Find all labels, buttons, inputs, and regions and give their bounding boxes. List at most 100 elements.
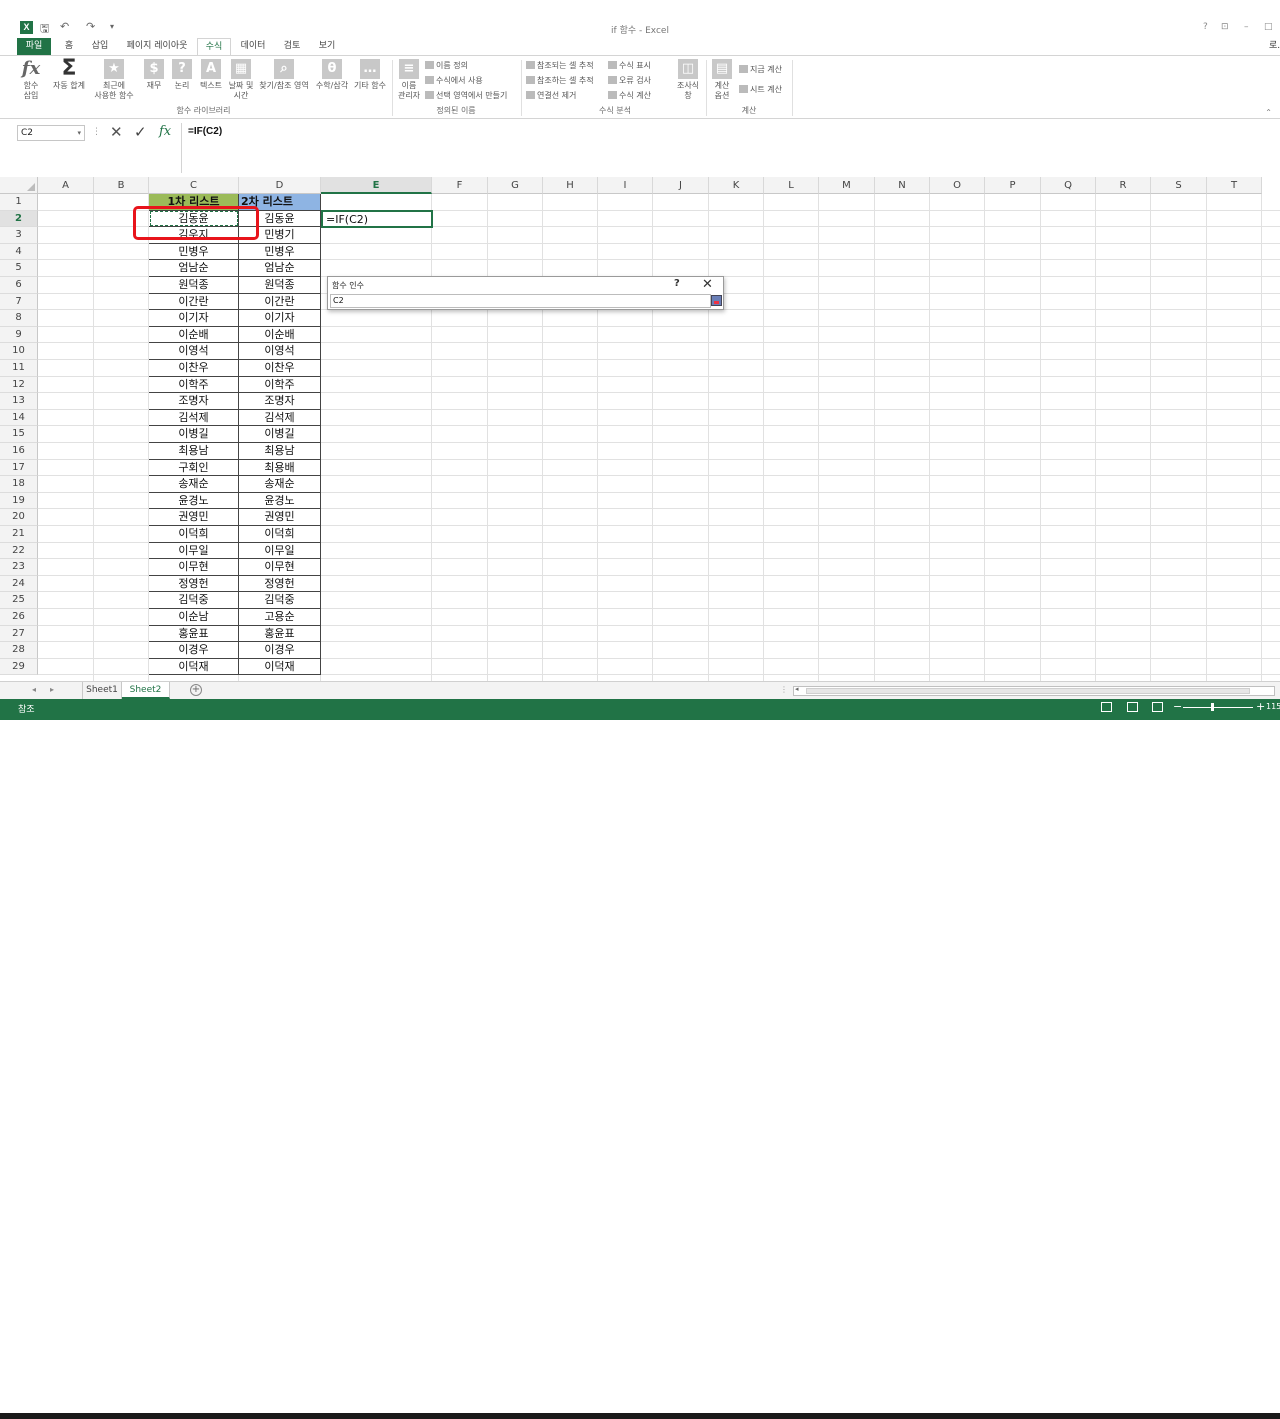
row-header[interactable]: 28 — [0, 642, 38, 659]
cell-second-list[interactable]: 이경우 — [239, 642, 321, 659]
watch-window-button[interactable]: ◫ 조사식 창 — [673, 59, 703, 101]
column-header-i[interactable]: I — [598, 177, 653, 194]
cell-second-list[interactable]: 이학주 — [239, 376, 321, 394]
cell-first-list[interactable]: 김우지 — [149, 227, 239, 244]
row-header[interactable]: 22 — [0, 542, 38, 560]
cell-first-list[interactable]: 김덕중 — [149, 592, 239, 609]
zoom-out-button[interactable]: − — [1173, 700, 1182, 713]
page-break-view-icon[interactable] — [1152, 702, 1163, 712]
cell-second-list[interactable]: 송재순 — [239, 476, 321, 493]
tab-view[interactable]: 보기 — [312, 38, 342, 55]
row-header[interactable]: 6 — [0, 277, 38, 294]
header-cell-second-list[interactable]: 2차 리스트 — [239, 194, 321, 211]
cell-second-list[interactable]: 민병기 — [239, 227, 321, 244]
scroll-left-icon[interactable]: ◂ — [795, 685, 799, 693]
row-header[interactable]: 8 — [0, 310, 38, 327]
cell-second-list[interactable]: 이덕희 — [239, 526, 321, 543]
sheet-tab-sheet1[interactable]: Sheet1 — [82, 682, 122, 699]
row-header[interactable]: 5 — [0, 260, 38, 277]
column-header-g[interactable]: G — [488, 177, 543, 194]
add-sheet-button[interactable]: + — [190, 684, 202, 696]
name-box[interactable]: C2 ▾ — [17, 125, 85, 141]
cell-first-list[interactable]: 이기자 — [149, 310, 239, 327]
column-header-b[interactable]: B — [94, 177, 149, 194]
zoom-slider-thumb[interactable] — [1211, 703, 1214, 711]
column-header-d[interactable]: D — [239, 177, 321, 194]
column-header-p[interactable]: P — [985, 177, 1041, 194]
row-header[interactable]: 7 — [0, 293, 38, 311]
page-layout-view-icon[interactable] — [1127, 702, 1138, 712]
row-header[interactable]: 1 — [0, 194, 38, 211]
more-functions-button[interactable]: … 기타 함수 — [352, 59, 388, 91]
math-button[interactable]: θ 수학/삼각 — [312, 59, 352, 91]
row-header[interactable]: 29 — [0, 658, 38, 676]
cell-second-list[interactable]: 이영석 — [239, 343, 321, 360]
column-header-e[interactable]: E — [321, 177, 432, 194]
tab-data[interactable]: 데이터 — [236, 38, 270, 55]
maximize-button[interactable]: □ — [1264, 22, 1273, 32]
column-header-n[interactable]: N — [875, 177, 930, 194]
error-checking-button[interactable]: 오류 검사 — [608, 75, 651, 86]
cell-second-list[interactable]: 김동윤 — [239, 210, 321, 228]
cell-second-list[interactable]: 고용순 — [239, 609, 321, 626]
cell-second-list[interactable]: 김석제 — [239, 409, 321, 427]
cell-second-list[interactable]: 이순배 — [239, 326, 321, 344]
cell-first-list[interactable]: 김석제 — [149, 409, 239, 427]
cell-first-list[interactable]: 이순남 — [149, 609, 239, 626]
header-cell-first-list[interactable]: 1차 리스트 — [149, 194, 239, 211]
cell-first-list[interactable]: 민병우 — [149, 243, 239, 261]
cell-second-list[interactable]: 윤경노 — [239, 492, 321, 510]
normal-view-icon[interactable] — [1101, 702, 1112, 712]
horizontal-scroll-thumb[interactable] — [806, 688, 1250, 694]
evaluate-formula-button[interactable]: 수식 계산 — [608, 90, 651, 101]
row-header[interactable]: 15 — [0, 426, 38, 443]
datetime-button[interactable]: ▦ 날짜 및 시간 — [226, 59, 256, 101]
row-header[interactable]: 2 — [0, 210, 38, 228]
row-header[interactable]: 26 — [0, 609, 38, 626]
cell-first-list[interactable]: 권영민 — [149, 509, 239, 526]
cell-second-list[interactable]: 최용배 — [239, 459, 321, 477]
row-header[interactable]: 24 — [0, 575, 38, 593]
formula-bar-grip-icon[interactable]: ⋮ — [92, 127, 101, 137]
cell-first-list[interactable]: 이경우 — [149, 642, 239, 659]
column-header-t[interactable]: T — [1207, 177, 1262, 194]
cell-second-list[interactable]: 이무일 — [239, 542, 321, 560]
row-header[interactable]: 21 — [0, 526, 38, 543]
sheet-tab-sheet2[interactable]: Sheet2 — [122, 682, 170, 699]
row-header[interactable]: 10 — [0, 343, 38, 360]
sheet-nav-prev-icon[interactable]: ◂ — [32, 685, 36, 694]
recent-functions-button[interactable]: ★ 최근에 사용한 함수 — [88, 59, 140, 101]
row-header[interactable]: 12 — [0, 376, 38, 394]
cell-second-list[interactable]: 김덕중 — [239, 592, 321, 609]
zoom-level[interactable]: 115 — [1266, 702, 1280, 711]
autosum-button[interactable]: Σ 자동 합계 — [48, 58, 90, 91]
cell-first-list[interactable]: 정영헌 — [149, 575, 239, 593]
cell-first-list[interactable]: 이학주 — [149, 376, 239, 394]
row-header[interactable]: 4 — [0, 243, 38, 261]
cell-second-list[interactable]: 엄남순 — [239, 260, 321, 277]
cell-first-list[interactable]: 엄남순 — [149, 260, 239, 277]
cell-first-list[interactable]: 최용남 — [149, 443, 239, 460]
cell-first-list[interactable]: 홍윤표 — [149, 625, 239, 643]
tab-file[interactable]: 파일 — [17, 38, 51, 55]
row-header[interactable]: 23 — [0, 559, 38, 576]
ribbon-display-button[interactable]: ⊡ — [1221, 22, 1229, 32]
cell-second-list[interactable]: 민병우 — [239, 243, 321, 261]
row-header[interactable]: 13 — [0, 393, 38, 410]
cell-first-list[interactable]: 윤경노 — [149, 492, 239, 510]
tab-home[interactable]: 홈 — [56, 38, 82, 55]
cell-first-list[interactable]: 구회인 — [149, 459, 239, 477]
row-header[interactable]: 11 — [0, 360, 38, 377]
row-header[interactable]: 27 — [0, 625, 38, 643]
column-header-o[interactable]: O — [930, 177, 985, 194]
row-header[interactable]: 19 — [0, 492, 38, 510]
cell-first-list[interactable]: 이영석 — [149, 343, 239, 360]
zoom-in-button[interactable]: + — [1256, 700, 1265, 713]
insert-function-button[interactable]: fx 함수 삽입 — [16, 59, 46, 101]
column-header-m[interactable]: M — [819, 177, 875, 194]
confirm-entry-button[interactable]: ✓ — [134, 123, 147, 141]
cell-first-list[interactable]: 이순배 — [149, 326, 239, 344]
expand-dialog-icon[interactable] — [711, 295, 722, 306]
lookup-button[interactable]: ⌕ 찾기/참조 영역 — [256, 59, 312, 91]
formula-input[interactable]: =IF(C2) — [181, 123, 1280, 173]
